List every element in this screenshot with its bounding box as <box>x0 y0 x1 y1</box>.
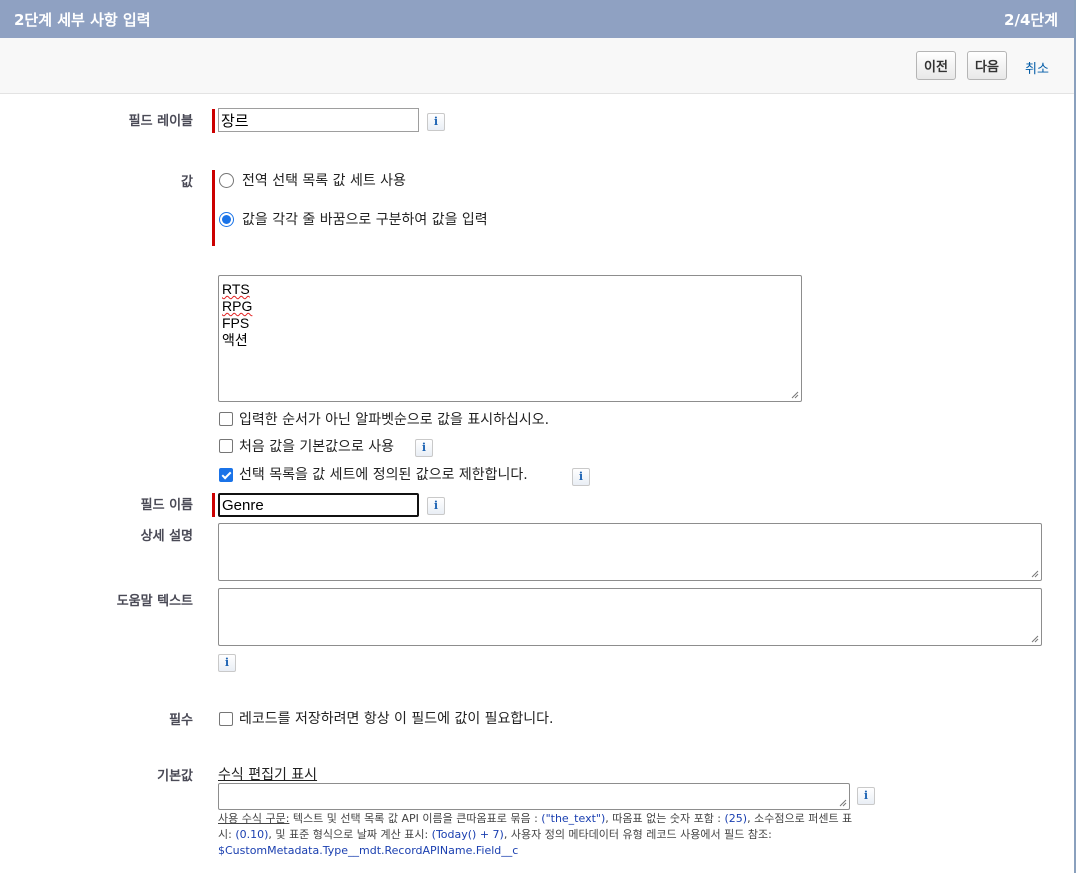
syntax-example: ("the_text") <box>541 812 606 825</box>
syntax-example: (0.10) <box>235 828 269 841</box>
required-indicator <box>212 109 215 133</box>
value-line: RTS <box>222 281 250 297</box>
alphabetical-checkbox[interactable] <box>219 412 233 426</box>
required-label: 필수 <box>169 713 193 728</box>
required-checkbox[interactable] <box>219 712 233 726</box>
global-picklist-option-label: 전역 선택 목록 값 세트 사용 <box>242 173 406 189</box>
info-icon[interactable]: i <box>427 497 445 515</box>
description-label: 상세 설명 <box>140 529 193 544</box>
field-label-label: 필드 레이블 <box>128 114 193 129</box>
resize-grip-icon[interactable] <box>790 390 799 399</box>
page-title: 2단계 세부 사항 입력 <box>14 11 151 29</box>
syntax-text: , 사용자 정의 메타데이터 유형 레코드 사용에서 필드 참조: <box>503 828 772 841</box>
value-line: RPG <box>222 298 253 314</box>
info-icon[interactable]: i <box>857 787 875 805</box>
syntax-text: , 따옴표 없는 숫자 포함 : <box>605 812 725 825</box>
required-indicator <box>212 170 215 246</box>
enter-values-option-label: 값을 각각 줄 바꿈으로 구분하여 값을 입력 <box>242 212 488 228</box>
help-text-label: 도움말 텍스트 <box>116 594 193 609</box>
syntax-example: (25) <box>724 812 748 825</box>
cancel-link[interactable]: 취소 <box>1025 58 1049 77</box>
info-icon[interactable]: i <box>427 113 445 131</box>
global-picklist-radio[interactable] <box>219 173 234 188</box>
default-value-label: 기본값 <box>157 769 193 784</box>
values-textarea[interactable] <box>218 275 802 402</box>
restrict-values-checkbox[interactable] <box>219 468 233 482</box>
syntax-text: 텍스트 및 선택 목록 값 API 이름을 큰따옴표로 묶음 : <box>289 812 542 825</box>
alphabetical-checkbox-label: 입력한 순서가 아닌 알파벳순으로 값을 표시하십시오. <box>239 412 550 428</box>
info-icon[interactable]: i <box>218 654 236 672</box>
enter-values-radio[interactable] <box>219 212 234 227</box>
page-margin <box>1076 0 1091 873</box>
step-indicator: 2/4단계 <box>1004 11 1058 29</box>
field-name-label: 필드 이름 <box>140 498 193 513</box>
description-textarea[interactable] <box>218 523 1042 581</box>
formula-syntax-help: 사용 수식 구문: 텍스트 및 선택 목록 값 API 이름을 큰따옴표로 묶음… <box>218 811 858 859</box>
resize-grip-icon[interactable] <box>838 798 847 807</box>
default-value-textarea[interactable] <box>218 783 850 810</box>
required-checkbox-label: 레코드를 저장하려면 항상 이 필드에 값이 필요합니다. <box>239 711 554 727</box>
resize-grip-icon[interactable] <box>1030 634 1039 643</box>
field-label-input[interactable] <box>218 108 419 132</box>
restrict-values-checkbox-label: 선택 목록을 값 세트에 정의된 값으로 제한합니다. <box>239 467 528 483</box>
syntax-example: $CustomMetadata.Type__mdt.RecordAPIName.… <box>218 844 519 857</box>
value-line: FPS <box>222 315 250 331</box>
next-button[interactable]: 다음 <box>967 51 1007 80</box>
field-name-input[interactable] <box>218 493 419 517</box>
first-default-checkbox[interactable] <box>219 439 233 453</box>
button-toolbar: 이전 다음 취소 <box>0 38 1074 94</box>
info-icon[interactable]: i <box>572 468 590 486</box>
info-icon[interactable]: i <box>415 439 433 457</box>
previous-button[interactable]: 이전 <box>916 51 956 80</box>
values-label: 값 <box>181 175 193 190</box>
show-formula-editor-link[interactable]: 수식 편집기 표시 <box>218 764 317 784</box>
first-default-checkbox-label: 처음 값을 기본값으로 사용 <box>239 439 395 455</box>
required-indicator <box>212 493 215 517</box>
values-list: RTS RPG FPS 액션 <box>222 281 252 349</box>
syntax-example: (Today() + 7) <box>431 828 504 841</box>
step-header: 2단계 세부 사항 입력 2/4단계 <box>0 0 1074 38</box>
syntax-text: , 및 표준 형식으로 날짜 계산 표시: <box>268 828 432 841</box>
resize-grip-icon[interactable] <box>1030 569 1039 578</box>
syntax-title: 사용 수식 구문: <box>218 812 290 825</box>
help-text-textarea[interactable] <box>218 588 1042 646</box>
value-line: 액션 <box>222 332 248 348</box>
